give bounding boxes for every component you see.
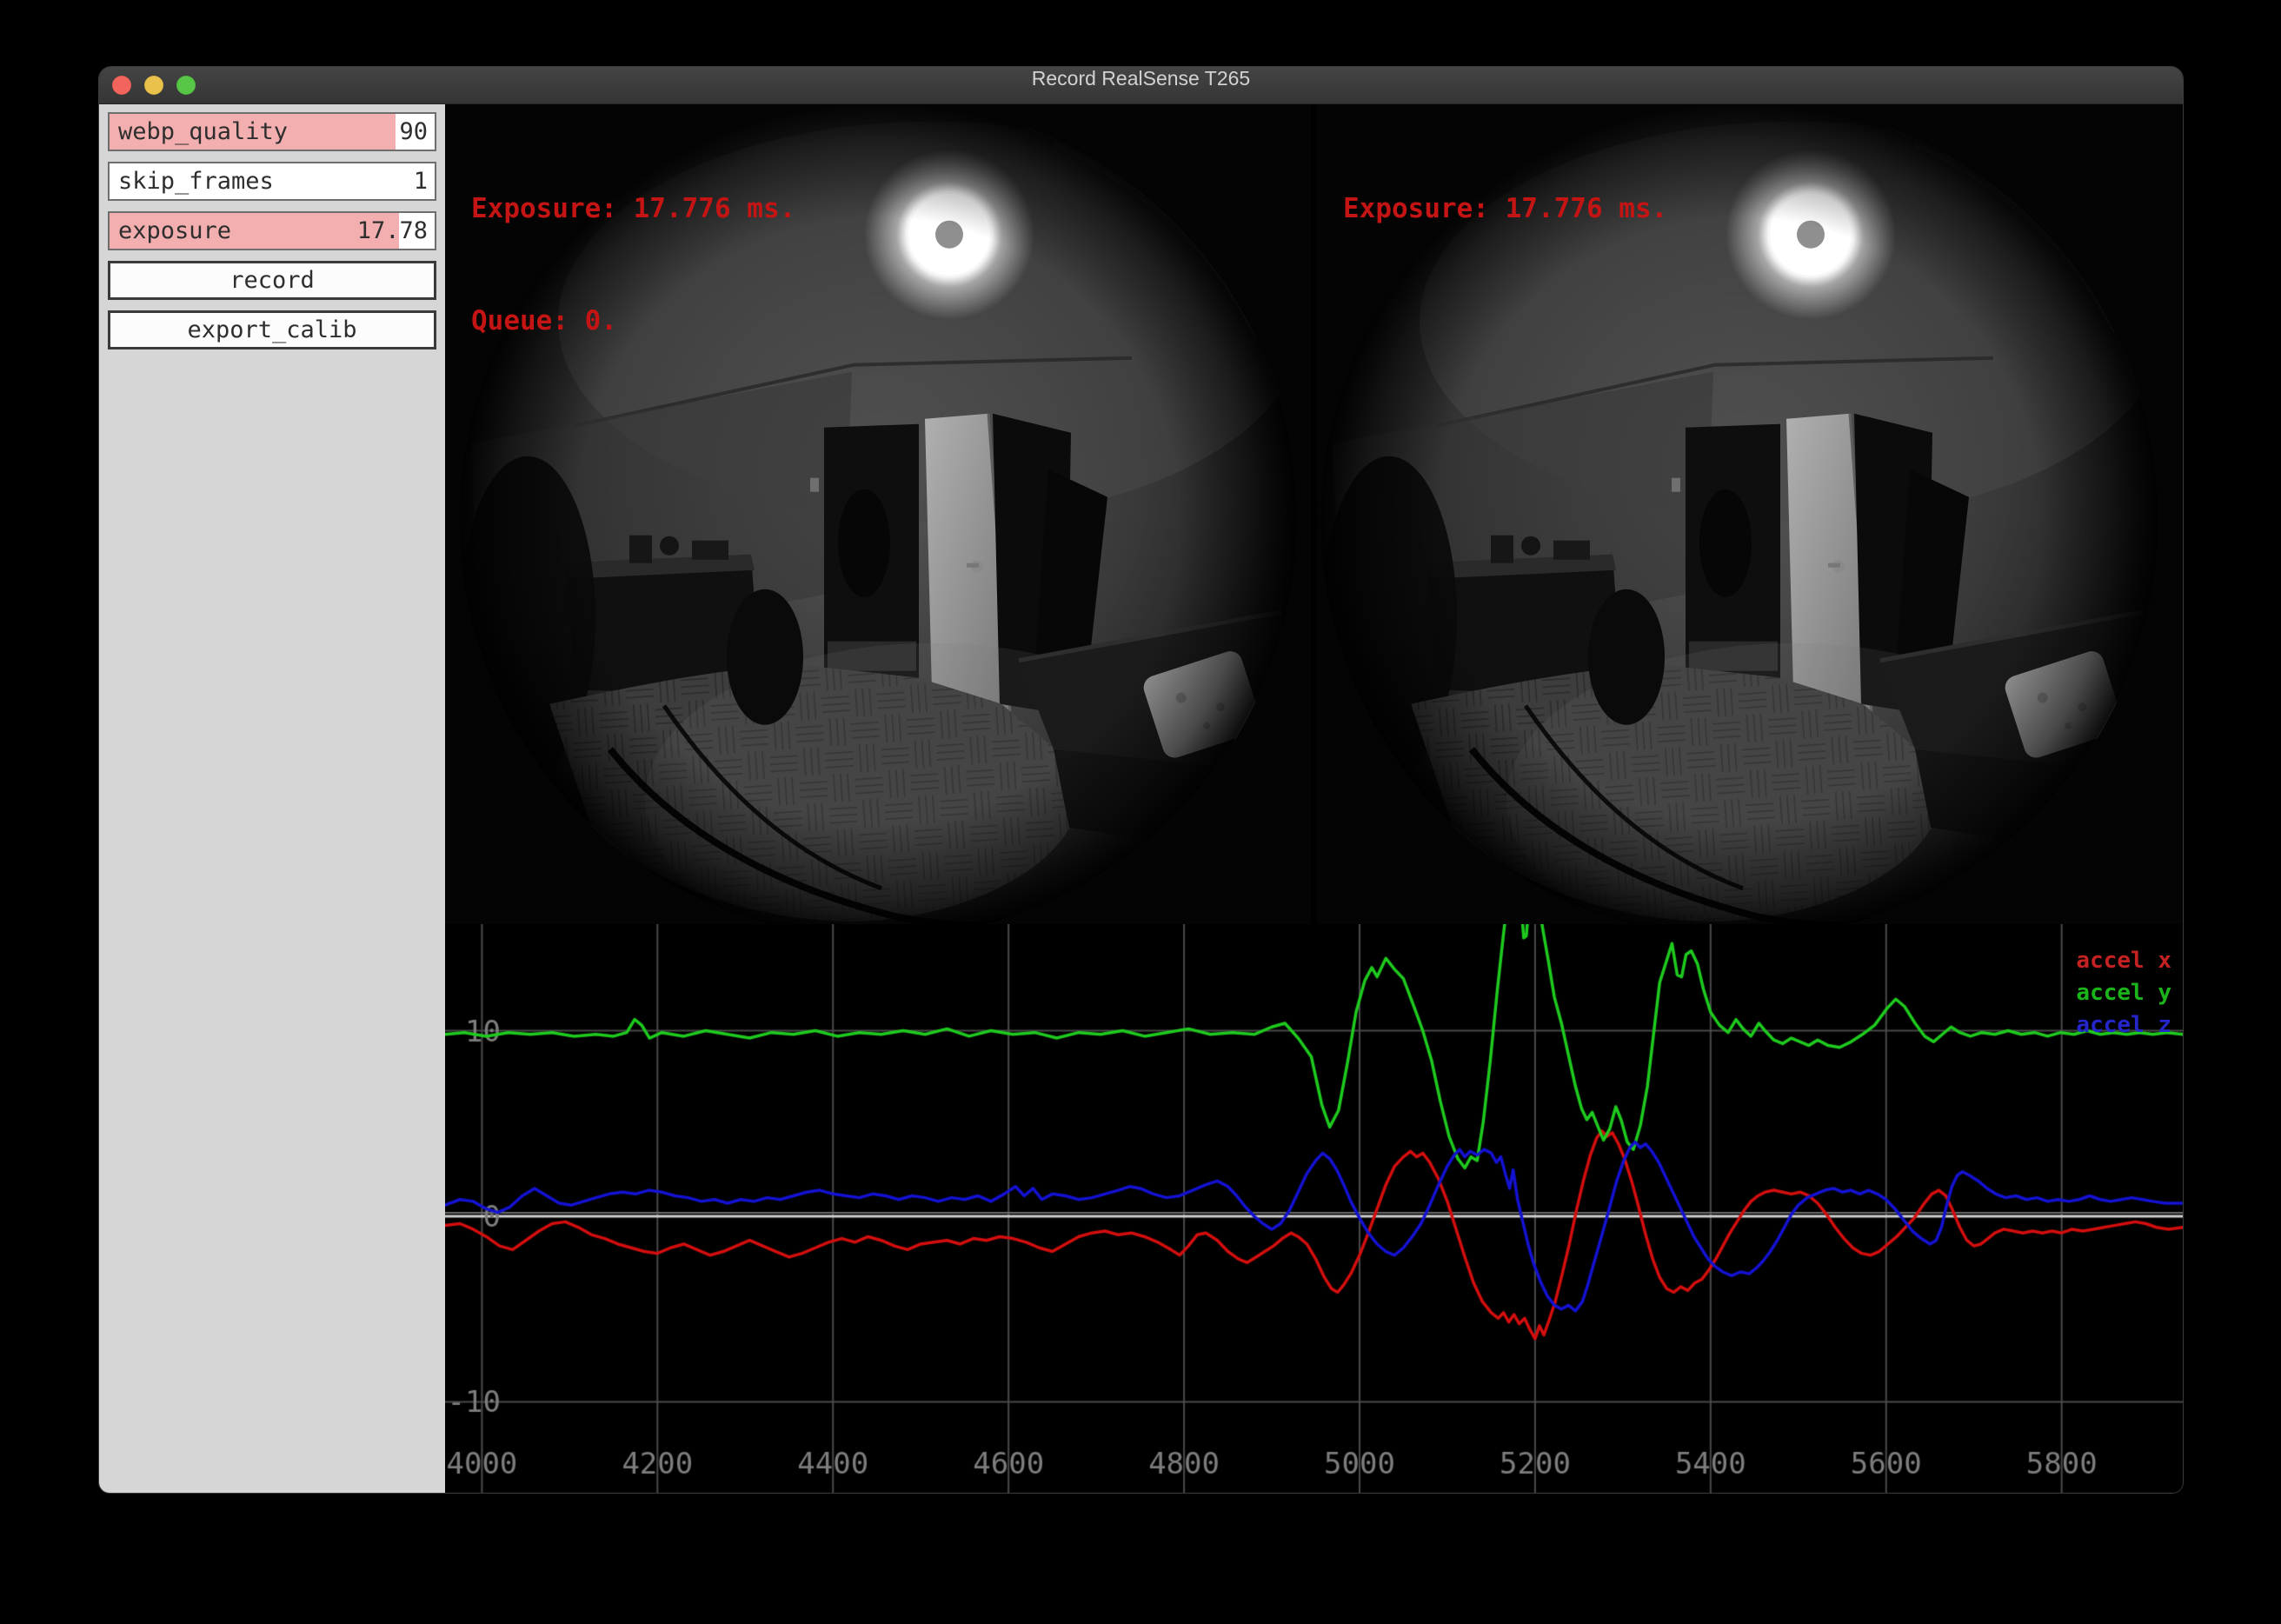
window-titlebar: Record RealSense T265 [99, 67, 2183, 104]
chart-legend: accel xaccel yaccel z [2076, 945, 2171, 1042]
exposure-text: Exposure: 17.776 ms. [471, 190, 795, 228]
accel-plot-canvas [445, 924, 2183, 1493]
legend-item: accel y [2076, 977, 2171, 1009]
field-label: exposure [118, 213, 231, 249]
accelerometer-chart: accel xaccel yaccel z [445, 924, 2183, 1493]
field-label: skip_frames [118, 163, 274, 199]
webp-quality-slider[interactable]: webp_quality 90 [108, 112, 436, 151]
exposure-slider[interactable]: exposure 17.78 [108, 211, 436, 250]
camera-right-view: Exposure: 17.776 ms. [1317, 104, 2183, 924]
camera-left-view: Exposure: 17.776 ms. Queue: 0. [445, 104, 1311, 924]
field-value: 17.78 [357, 213, 428, 249]
queue-text: Queue: 0. [471, 303, 795, 340]
export-calib-button[interactable]: export_calib [108, 310, 436, 349]
window-title: Record RealSense T265 [99, 67, 2183, 103]
legend-item: accel z [2076, 1009, 2171, 1042]
field-value: 1 [414, 163, 428, 199]
exposure-overlay-left: Exposure: 17.776 ms. Queue: 0. [471, 116, 795, 415]
field-value: 90 [399, 114, 428, 150]
legend-item: accel x [2076, 945, 2171, 977]
exposure-text: Exposure: 17.776 ms. [1343, 190, 1667, 228]
skip-frames-field[interactable]: skip_frames 1 [108, 162, 436, 201]
camera-views: Exposure: 17.776 ms. Queue: 0. Exposure:… [445, 104, 2183, 924]
record-button[interactable]: record [108, 261, 436, 300]
desktop-background: { "window": { "title": "Record RealSense… [0, 0, 2281, 1624]
exposure-overlay-right: Exposure: 17.776 ms. [1343, 116, 1667, 303]
field-label: webp_quality [118, 114, 288, 150]
app-window: Record RealSense T265 webp_quality 90 sk… [99, 67, 2183, 1493]
sidebar: webp_quality 90 skip_frames 1 exposure 1… [99, 104, 445, 1493]
